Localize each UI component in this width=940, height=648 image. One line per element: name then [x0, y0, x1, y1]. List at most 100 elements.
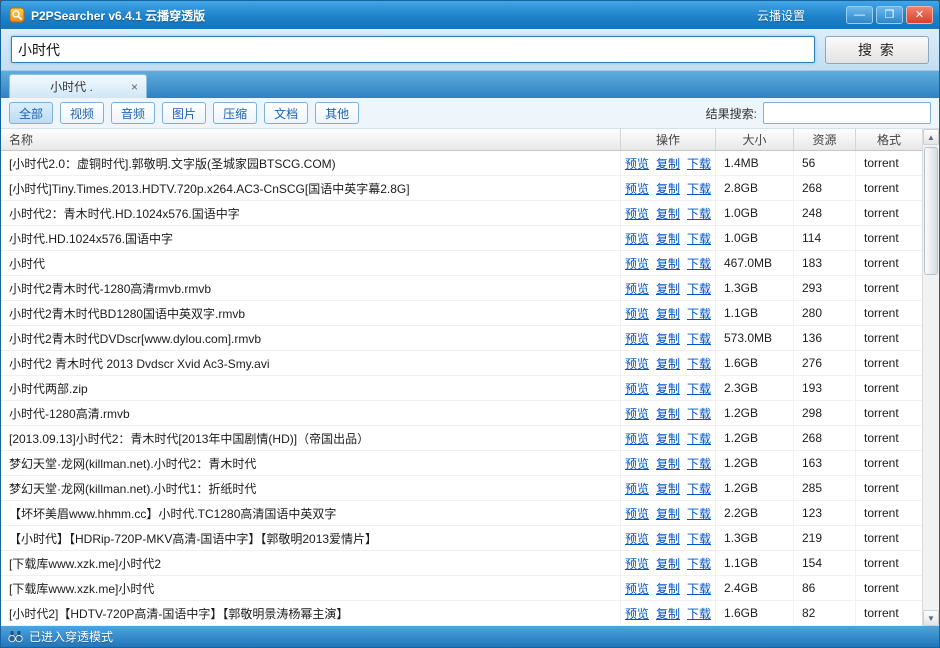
- table-row[interactable]: [2013.09.13]小时代2：青木时代[2013年中国剧情(HD)]（帝国出…: [1, 426, 922, 451]
- cloud-settings-link[interactable]: 云播设置: [757, 7, 805, 24]
- preview-link[interactable]: 预览: [625, 205, 649, 222]
- preview-link[interactable]: 预览: [625, 280, 649, 297]
- table-row[interactable]: 小时代2 青木时代 2013 Dvdscr Xvid Ac3-Smy.avi 预…: [1, 351, 922, 376]
- download-link[interactable]: 下载: [687, 230, 711, 247]
- table-row[interactable]: 小时代2青木时代BD1280国语中英双字.rmvb 预览 复制 下载 1.1GB…: [1, 301, 922, 326]
- preview-link[interactable]: 预览: [625, 430, 649, 447]
- table-row[interactable]: 小时代2青木时代-1280高清rmvb.rmvb 预览 复制 下载 1.3GB …: [1, 276, 922, 301]
- copy-link[interactable]: 复制: [656, 430, 680, 447]
- filter-button-5[interactable]: 文档: [264, 102, 308, 124]
- download-link[interactable]: 下载: [687, 205, 711, 222]
- filter-button-0[interactable]: 全部: [9, 102, 53, 124]
- table-row[interactable]: 小时代两部.zip 预览 复制 下载 2.3GB 193 torrent: [1, 376, 922, 401]
- tab-close-icon[interactable]: ×: [125, 80, 138, 94]
- copy-link[interactable]: 复制: [656, 255, 680, 272]
- preview-link[interactable]: 预览: [625, 605, 649, 622]
- copy-link[interactable]: 复制: [656, 555, 680, 572]
- filter-button-4[interactable]: 压缩: [213, 102, 257, 124]
- result-search-input[interactable]: [763, 102, 931, 124]
- table-row[interactable]: [小时代2.0：虚铜时代].郭敬明.文字版(圣城家园BTSCG.COM) 预览 …: [1, 151, 922, 176]
- copy-link[interactable]: 复制: [656, 505, 680, 522]
- filter-button-3[interactable]: 图片: [162, 102, 206, 124]
- download-link[interactable]: 下载: [687, 255, 711, 272]
- download-link[interactable]: 下载: [687, 380, 711, 397]
- table-row[interactable]: [下载库www.xzk.me]小时代 预览 复制 下载 2.4GB 86 tor…: [1, 576, 922, 601]
- download-link[interactable]: 下载: [687, 580, 711, 597]
- table-row[interactable]: 【小时代】【HDRip-720P-MKV高清-国语中字】【郭敬明2013爱情片】…: [1, 526, 922, 551]
- download-link[interactable]: 下载: [687, 455, 711, 472]
- preview-link[interactable]: 预览: [625, 580, 649, 597]
- filter-button-6[interactable]: 其他: [315, 102, 359, 124]
- close-button[interactable]: ✕: [906, 6, 933, 24]
- copy-link[interactable]: 复制: [656, 280, 680, 297]
- download-link[interactable]: 下载: [687, 355, 711, 372]
- table-row[interactable]: 梦幻天堂·龙网(killman.net).小时代2：青木时代 预览 复制 下载 …: [1, 451, 922, 476]
- preview-link[interactable]: 预览: [625, 330, 649, 347]
- tab-result[interactable]: 小时代 . ×: [9, 74, 147, 98]
- table-row[interactable]: 小时代 预览 复制 下载 467.0MB 183 torrent: [1, 251, 922, 276]
- download-link[interactable]: 下载: [687, 605, 711, 622]
- table-row[interactable]: 【坏坏美眉www.hhmm.cc】小时代.TC1280高清国语中英双字 预览 复…: [1, 501, 922, 526]
- copy-link[interactable]: 复制: [656, 305, 680, 322]
- preview-link[interactable]: 预览: [625, 555, 649, 572]
- copy-link[interactable]: 复制: [656, 180, 680, 197]
- scrollbar-track[interactable]: [923, 145, 939, 610]
- download-link[interactable]: 下载: [687, 155, 711, 172]
- table-row[interactable]: 小时代2青木时代DVDscr[www.dylou.com].rmvb 预览 复制…: [1, 326, 922, 351]
- maximize-button[interactable]: ❐: [876, 6, 903, 24]
- preview-link[interactable]: 预览: [625, 255, 649, 272]
- header-size[interactable]: 大小: [716, 129, 794, 150]
- copy-link[interactable]: 复制: [656, 580, 680, 597]
- copy-link[interactable]: 复制: [656, 330, 680, 347]
- preview-link[interactable]: 预览: [625, 305, 649, 322]
- header-actions[interactable]: 操作: [621, 129, 716, 150]
- table-row[interactable]: 小时代2：青木时代.HD.1024x576.国语中字 预览 复制 下载 1.0G…: [1, 201, 922, 226]
- preview-link[interactable]: 预览: [625, 480, 649, 497]
- scrollbar-thumb[interactable]: [924, 147, 938, 275]
- preview-link[interactable]: 预览: [625, 230, 649, 247]
- copy-link[interactable]: 复制: [656, 530, 680, 547]
- table-row[interactable]: 梦幻天堂·龙网(killman.net).小时代1：折纸时代 预览 复制 下载 …: [1, 476, 922, 501]
- filter-button-1[interactable]: 视频: [60, 102, 104, 124]
- copy-link[interactable]: 复制: [656, 405, 680, 422]
- filter-button-2[interactable]: 音频: [111, 102, 155, 124]
- table-row[interactable]: [小时代]Tiny.Times.2013.HDTV.720p.x264.AC3-…: [1, 176, 922, 201]
- download-link[interactable]: 下载: [687, 405, 711, 422]
- copy-link[interactable]: 复制: [656, 605, 680, 622]
- header-format[interactable]: 格式: [856, 129, 922, 150]
- header-name[interactable]: 名称: [1, 129, 621, 150]
- download-link[interactable]: 下载: [687, 180, 711, 197]
- search-button[interactable]: 搜 索: [825, 36, 929, 64]
- minimize-button[interactable]: —: [846, 6, 873, 24]
- download-link[interactable]: 下载: [687, 555, 711, 572]
- table-row[interactable]: 小时代.HD.1024x576.国语中字 预览 复制 下载 1.0GB 114 …: [1, 226, 922, 251]
- scroll-down-icon[interactable]: ▼: [923, 610, 939, 626]
- preview-link[interactable]: 预览: [625, 530, 649, 547]
- scroll-up-icon[interactable]: ▲: [923, 129, 939, 145]
- header-resources[interactable]: 资源: [794, 129, 856, 150]
- download-link[interactable]: 下载: [687, 480, 711, 497]
- preview-link[interactable]: 预览: [625, 505, 649, 522]
- download-link[interactable]: 下载: [687, 530, 711, 547]
- download-link[interactable]: 下载: [687, 430, 711, 447]
- preview-link[interactable]: 预览: [625, 155, 649, 172]
- download-link[interactable]: 下载: [687, 305, 711, 322]
- copy-link[interactable]: 复制: [656, 155, 680, 172]
- preview-link[interactable]: 预览: [625, 180, 649, 197]
- copy-link[interactable]: 复制: [656, 380, 680, 397]
- table-row[interactable]: [下载库www.xzk.me]小时代2 预览 复制 下载 1.1GB 154 t…: [1, 551, 922, 576]
- copy-link[interactable]: 复制: [656, 480, 680, 497]
- vertical-scrollbar[interactable]: ▲ ▼: [922, 129, 939, 626]
- download-link[interactable]: 下载: [687, 505, 711, 522]
- table-row[interactable]: [小时代2]【HDTV-720P高清-国语中字】【郭敬明景涛杨幂主演】 预览 复…: [1, 601, 922, 626]
- copy-link[interactable]: 复制: [656, 205, 680, 222]
- search-input[interactable]: [11, 36, 815, 63]
- copy-link[interactable]: 复制: [656, 230, 680, 247]
- preview-link[interactable]: 预览: [625, 455, 649, 472]
- copy-link[interactable]: 复制: [656, 455, 680, 472]
- download-link[interactable]: 下载: [687, 330, 711, 347]
- preview-link[interactable]: 预览: [625, 380, 649, 397]
- preview-link[interactable]: 预览: [625, 405, 649, 422]
- download-link[interactable]: 下载: [687, 280, 711, 297]
- copy-link[interactable]: 复制: [656, 355, 680, 372]
